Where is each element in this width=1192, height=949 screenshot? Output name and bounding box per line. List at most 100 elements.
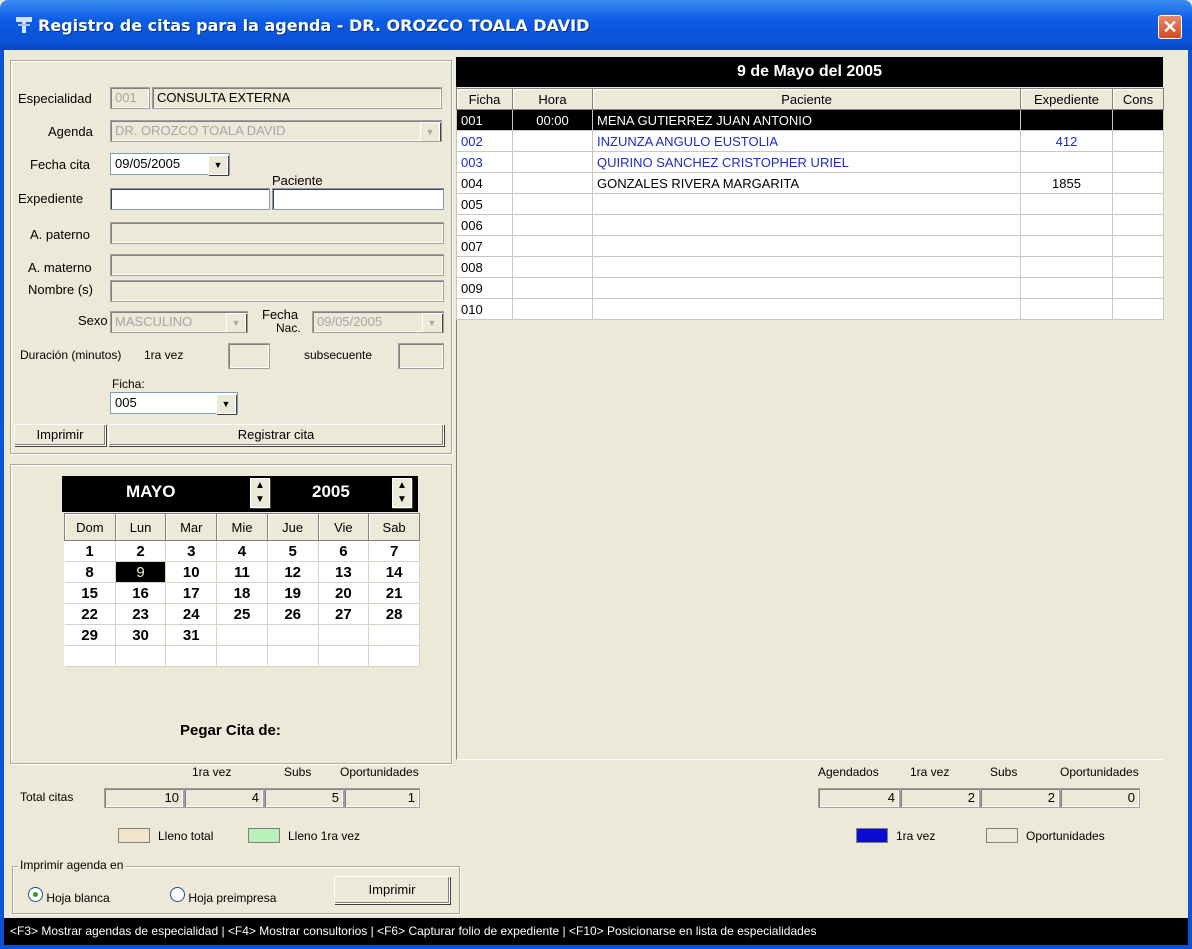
cell-ficha[interactable]: 004: [456, 172, 513, 194]
cell-ficha[interactable]: 005: [456, 193, 513, 215]
calendar-day[interactable]: 17: [165, 582, 218, 604]
cell-expediente[interactable]: [1020, 298, 1113, 320]
cell-expediente[interactable]: [1020, 235, 1113, 257]
calendar-day[interactable]: 4: [216, 540, 268, 562]
cell-ficha[interactable]: 008: [456, 256, 513, 278]
calendar-day[interactable]: 23: [115, 603, 167, 625]
cell-expediente[interactable]: [1020, 193, 1113, 215]
calendar-day[interactable]: 10: [165, 561, 218, 583]
cell-paciente[interactable]: MENA GUTIERREZ JUAN ANTONIO: [592, 109, 1021, 131]
cell-paciente[interactable]: INZUNZA ANGULO EUSTOLIA: [592, 130, 1021, 152]
calendar-day[interactable]: 30: [115, 624, 167, 646]
calendar-day[interactable]: 7: [368, 540, 420, 562]
cell-expediente[interactable]: [1020, 109, 1113, 131]
cell-hora[interactable]: [512, 193, 593, 215]
schedule-row[interactable]: 002 INZUNZA ANGULO EUSTOLIA 412: [456, 130, 1164, 152]
radio-icon[interactable]: [170, 887, 185, 902]
calendar-day[interactable]: 28: [368, 603, 420, 625]
chevron-down-icon[interactable]: ▼: [216, 394, 236, 414]
calendar-day[interactable]: 18: [216, 582, 268, 604]
cell-paciente[interactable]: [592, 214, 1021, 236]
calendar-day[interactable]: 9: [115, 561, 167, 583]
calendar-day[interactable]: 1: [64, 540, 116, 562]
calendar-day[interactable]: 22: [64, 603, 116, 625]
calendar-day[interactable]: 21: [368, 582, 420, 604]
cell-paciente[interactable]: [592, 193, 1021, 215]
calendar-day[interactable]: 24: [165, 603, 218, 625]
schedule-row[interactable]: 007: [456, 235, 1164, 257]
cell-hora[interactable]: [512, 298, 593, 320]
cell-paciente[interactable]: GONZALES RIVERA MARGARITA: [592, 172, 1021, 194]
schedule-row[interactable]: 009: [456, 277, 1164, 299]
cell-ficha[interactable]: 003: [456, 151, 513, 173]
cell-paciente[interactable]: QUIRINO SANCHEZ CRISTOPHER URIEL: [592, 151, 1021, 173]
calendar-day[interactable]: 14: [368, 561, 420, 583]
year-spinner[interactable]: ▲ ▼: [392, 478, 412, 508]
cell-paciente[interactable]: [592, 277, 1021, 299]
cell-cons[interactable]: [1112, 172, 1164, 194]
cell-cons[interactable]: [1112, 214, 1164, 236]
imprimir-agenda-button[interactable]: Imprimir: [334, 876, 450, 904]
cell-cons[interactable]: [1112, 235, 1164, 257]
cell-ficha[interactable]: 007: [456, 235, 513, 257]
cell-cons[interactable]: [1112, 130, 1164, 152]
cell-cons[interactable]: [1112, 256, 1164, 278]
cell-paciente[interactable]: [592, 256, 1021, 278]
calendar-day[interactable]: 20: [318, 582, 370, 604]
column-header[interactable]: Cons: [1112, 88, 1164, 110]
imprimir-button[interactable]: Imprimir: [14, 424, 106, 446]
cell-hora[interactable]: [512, 235, 593, 257]
cell-expediente[interactable]: 1855: [1020, 172, 1113, 194]
calendar-day[interactable]: 3: [165, 540, 218, 562]
calendar-day[interactable]: 6: [318, 540, 370, 562]
cell-hora[interactable]: [512, 277, 593, 299]
calendar-day[interactable]: 29: [64, 624, 116, 646]
calendar-day[interactable]: 27: [318, 603, 370, 625]
cell-hora[interactable]: [512, 256, 593, 278]
cell-cons[interactable]: [1112, 193, 1164, 215]
cell-hora[interactable]: [512, 130, 593, 152]
cell-cons[interactable]: [1112, 298, 1164, 320]
calendar-day[interactable]: 13: [318, 561, 370, 583]
calendar-day[interactable]: 15: [64, 582, 116, 604]
registrar-cita-button[interactable]: Registrar cita: [108, 424, 444, 446]
schedule-row[interactable]: 008: [456, 256, 1164, 278]
paciente-input[interactable]: [272, 188, 444, 210]
calendar-day[interactable]: 5: [267, 540, 319, 562]
schedule-row[interactable]: 001 00:00 MENA GUTIERREZ JUAN ANTONIO: [456, 109, 1164, 131]
cell-hora[interactable]: [512, 172, 593, 194]
cell-expediente[interactable]: [1020, 256, 1113, 278]
radio-icon[interactable]: [28, 887, 43, 902]
cell-expediente[interactable]: [1020, 214, 1113, 236]
cell-ficha[interactable]: 010: [456, 298, 513, 320]
calendar-day[interactable]: 19: [267, 582, 319, 604]
close-button[interactable]: ✕: [1158, 15, 1182, 39]
cell-ficha[interactable]: 009: [456, 277, 513, 299]
cell-cons[interactable]: [1112, 277, 1164, 299]
cell-ficha[interactable]: 001: [456, 109, 513, 131]
radio-hoja-preimpresa[interactable]: Hoja preimpresa: [170, 887, 276, 905]
column-header[interactable]: Paciente: [592, 88, 1021, 110]
cell-paciente[interactable]: [592, 298, 1021, 320]
fecha-cita-picker[interactable]: 09/05/2005 ▼: [110, 153, 230, 175]
schedule-row[interactable]: 005: [456, 193, 1164, 215]
column-header[interactable]: Expediente: [1020, 88, 1113, 110]
chevron-down-icon[interactable]: ▼: [208, 155, 228, 175]
cell-hora[interactable]: [512, 151, 593, 173]
cell-ficha[interactable]: 002: [456, 130, 513, 152]
month-spinner[interactable]: ▲ ▼: [250, 478, 270, 508]
schedule-row[interactable]: 003 QUIRINO SANCHEZ CRISTOPHER URIEL: [456, 151, 1164, 173]
cell-hora[interactable]: [512, 214, 593, 236]
column-header[interactable]: Hora: [512, 88, 593, 110]
cell-expediente[interactable]: [1020, 277, 1113, 299]
cell-paciente[interactable]: [592, 235, 1021, 257]
cell-expediente[interactable]: [1020, 151, 1113, 173]
cell-cons[interactable]: [1112, 109, 1164, 131]
calendar-day[interactable]: 16: [115, 582, 167, 604]
expediente-input[interactable]: [110, 188, 270, 210]
radio-hoja-blanca[interactable]: Hoja blanca: [28, 887, 110, 905]
calendar-day[interactable]: 12: [267, 561, 319, 583]
calendar-day[interactable]: 31: [165, 624, 218, 646]
schedule-row[interactable]: 004 GONZALES RIVERA MARGARITA 1855: [456, 172, 1164, 194]
cell-ficha[interactable]: 006: [456, 214, 513, 236]
